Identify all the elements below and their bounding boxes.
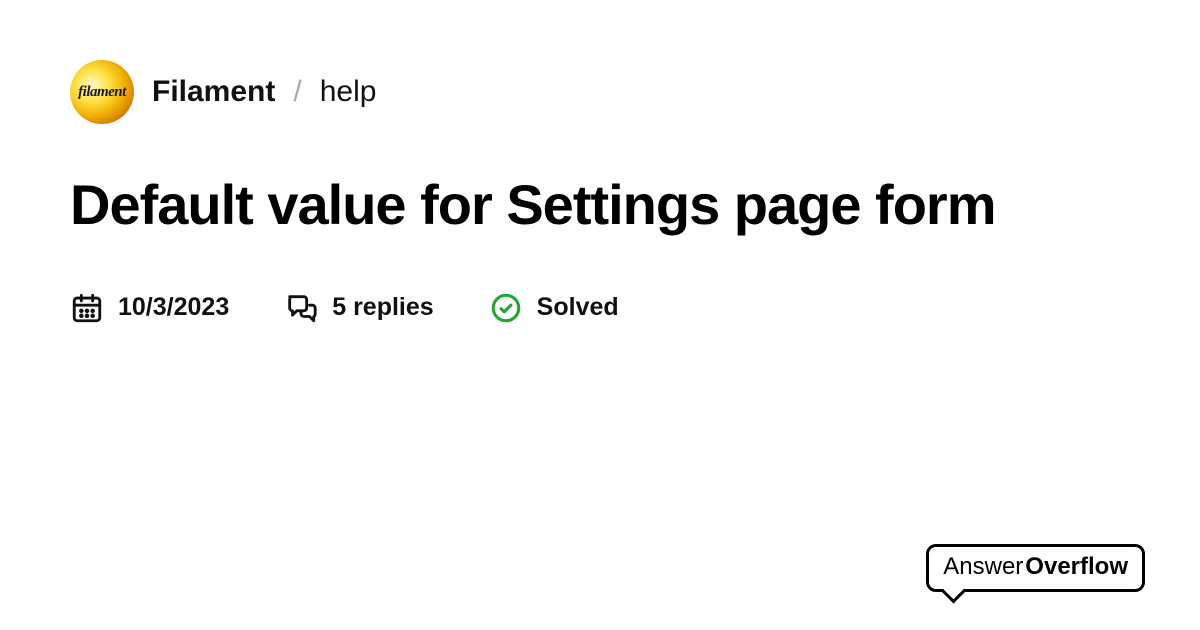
brand-logo: AnswerOverflow (926, 544, 1145, 592)
breadcrumb-separator: / (293, 75, 301, 109)
speech-bubble-icon: AnswerOverflow (926, 544, 1145, 592)
calendar-icon (70, 291, 104, 325)
replies-meta: 5 replies (284, 291, 433, 325)
brand-text-1: Answer (943, 553, 1023, 580)
date-text: 10/3/2023 (118, 293, 229, 322)
channel-name: help (320, 75, 377, 109)
date-meta: 10/3/2023 (70, 291, 229, 325)
breadcrumb: filament Filament / help (70, 60, 1130, 124)
meta-row: 10/3/2023 5 replies Solved (70, 291, 1130, 325)
replies-icon (284, 291, 318, 325)
replies-text: 5 replies (332, 293, 433, 322)
check-circle-icon (489, 291, 523, 325)
status-text: Solved (537, 293, 619, 322)
page-title: Default value for Settings page form (70, 174, 1130, 236)
brand-text-2: Overflow (1025, 553, 1128, 580)
server-avatar: filament (70, 60, 134, 124)
server-name: Filament (152, 75, 275, 109)
status-meta: Solved (489, 291, 619, 325)
avatar-label: filament (78, 84, 126, 101)
